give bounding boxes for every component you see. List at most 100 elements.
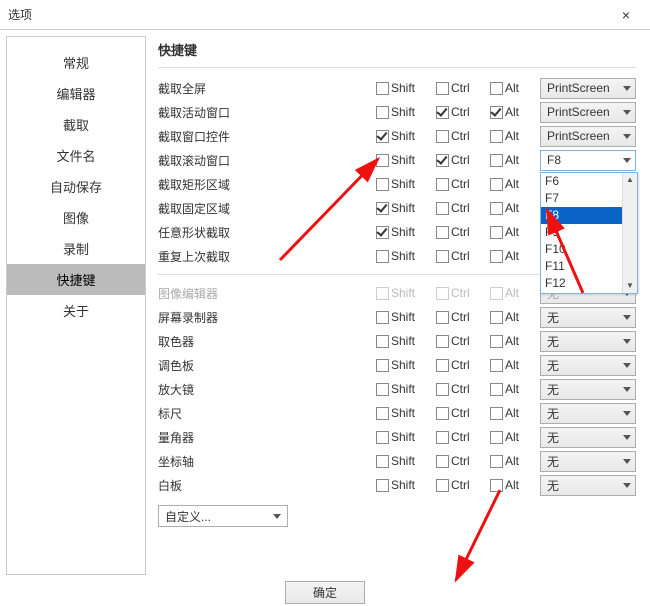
sidebar-item[interactable]: 常规 [7, 47, 145, 78]
ctrl-checkbox[interactable]: Ctrl [436, 334, 486, 348]
shift-checkbox[interactable]: Shift [376, 105, 432, 119]
ctrl-checkbox[interactable]: Ctrl [436, 201, 486, 215]
ctrl-checkbox[interactable]: Ctrl [436, 225, 486, 239]
key-select[interactable]: 无 [540, 355, 636, 376]
alt-checkbox[interactable]: Alt [490, 334, 536, 348]
hotkey-row: 截取活动窗口ShiftCtrlAltPrintScreen [158, 100, 636, 124]
dropdown-scrollbar[interactable]: ▲▼ [622, 173, 637, 293]
alt-checkbox[interactable]: Alt [490, 105, 536, 119]
checkbox-label: Shift [391, 129, 415, 143]
alt-checkbox[interactable]: Alt [490, 358, 536, 372]
ctrl-checkbox[interactable]: Ctrl [436, 406, 486, 420]
ctrl-checkbox[interactable]: Ctrl [436, 430, 486, 444]
sidebar-item-label: 录制 [63, 242, 89, 257]
ctrl-checkbox[interactable]: Ctrl [436, 478, 486, 492]
custom-select[interactable]: 自定义... [158, 505, 288, 527]
key-select[interactable]: 无 [540, 331, 636, 352]
checkbox-label: Ctrl [451, 310, 470, 324]
dropdown-option[interactable]: F10 [541, 241, 622, 258]
shift-checkbox[interactable]: Shift [376, 454, 432, 468]
alt-checkbox[interactable]: Alt [490, 201, 536, 215]
custom-select-label: 自定义... [165, 508, 211, 525]
alt-checkbox[interactable]: Alt [490, 454, 536, 468]
ctrl-checkbox[interactable]: Ctrl [436, 81, 486, 95]
key-select[interactable]: 无 [540, 427, 636, 448]
scroll-up-icon[interactable]: ▲ [623, 173, 637, 187]
ctrl-checkbox[interactable]: Ctrl [436, 382, 486, 396]
key-select[interactable]: 无 [540, 475, 636, 496]
close-button[interactable]: × [606, 1, 646, 29]
key-select[interactable]: PrintScreen [540, 78, 636, 99]
key-select[interactable]: 无 [540, 451, 636, 472]
shift-checkbox[interactable]: Shift [376, 382, 432, 396]
sidebar-item[interactable]: 自动保存 [7, 171, 145, 202]
shift-checkbox[interactable]: Shift [376, 430, 432, 444]
alt-checkbox[interactable]: Alt [490, 177, 536, 191]
alt-checkbox[interactable]: Alt [490, 478, 536, 492]
shift-checkbox[interactable]: Shift [376, 406, 432, 420]
dropdown-option[interactable]: F6 [541, 173, 622, 190]
dropdown-option[interactable]: F8 [541, 207, 622, 224]
sidebar-item[interactable]: 编辑器 [7, 78, 145, 109]
checkbox-label: Shift [391, 358, 415, 372]
ctrl-checkbox[interactable]: Ctrl [436, 177, 486, 191]
ctrl-checkbox[interactable]: Ctrl [436, 129, 486, 143]
alt-checkbox[interactable]: Alt [490, 406, 536, 420]
dropdown-option[interactable]: F11 [541, 258, 622, 275]
shift-checkbox[interactable]: Shift [376, 201, 432, 215]
sidebar-item[interactable]: 文件名 [7, 140, 145, 171]
chevron-down-icon [623, 387, 631, 392]
dropdown-option[interactable]: F7 [541, 190, 622, 207]
sidebar-item[interactable]: 快捷键 [7, 264, 145, 295]
shift-checkbox[interactable]: Shift [376, 225, 432, 239]
hotkey-label: 取色器 [158, 333, 273, 350]
ctrl-checkbox[interactable]: Ctrl [436, 454, 486, 468]
ctrl-checkbox[interactable]: Ctrl [436, 105, 486, 119]
key-select[interactable]: PrintScreen [540, 102, 636, 123]
checkbox-label: Shift [391, 81, 415, 95]
shift-checkbox[interactable]: Shift [376, 478, 432, 492]
shift-checkbox[interactable]: Shift [376, 334, 432, 348]
sidebar-item[interactable]: 关于 [7, 295, 145, 326]
shift-checkbox[interactable]: Shift [376, 310, 432, 324]
hotkey-label: 重复上次截取 [158, 248, 273, 265]
alt-checkbox[interactable]: Alt [490, 430, 536, 444]
checkbox-box [376, 311, 389, 324]
dropdown-option[interactable]: F12 [541, 275, 622, 292]
shift-checkbox[interactable]: Shift [376, 249, 432, 263]
alt-checkbox[interactable]: Alt [490, 249, 536, 263]
sidebar-item[interactable]: 图像 [7, 202, 145, 233]
alt-checkbox[interactable]: Alt [490, 129, 536, 143]
alt-checkbox[interactable]: Alt [490, 310, 536, 324]
scroll-down-icon[interactable]: ▼ [623, 279, 637, 293]
checkbox-box [436, 311, 449, 324]
checkbox-box [436, 359, 449, 372]
ctrl-checkbox[interactable]: Ctrl [436, 249, 486, 263]
key-select[interactable]: PrintScreen [540, 126, 636, 147]
ok-button[interactable]: 确定 [285, 581, 365, 604]
checkbox-box [436, 226, 449, 239]
dropdown-option[interactable]: PrintScreen [541, 292, 622, 293]
ctrl-checkbox[interactable]: Ctrl [436, 358, 486, 372]
alt-checkbox[interactable]: Alt [490, 225, 536, 239]
alt-checkbox[interactable]: Alt [490, 382, 536, 396]
sidebar-item[interactable]: 截取 [7, 109, 145, 140]
shift-checkbox[interactable]: Shift [376, 153, 432, 167]
alt-checkbox[interactable]: Alt [490, 81, 536, 95]
ctrl-checkbox[interactable]: Ctrl [436, 310, 486, 324]
key-select[interactable]: 无 [540, 403, 636, 424]
alt-checkbox[interactable]: Alt [490, 153, 536, 167]
sidebar-item[interactable]: 录制 [7, 233, 145, 264]
key-select[interactable]: 无 [540, 379, 636, 400]
main-panel: 快捷键 截取全屏ShiftCtrlAltPrintScreen截取活动窗口Shi… [150, 36, 644, 575]
dropdown-option[interactable]: F9 [541, 224, 622, 241]
ctrl-checkbox[interactable]: Ctrl [436, 153, 486, 167]
key-select[interactable]: 无 [540, 307, 636, 328]
shift-checkbox[interactable]: Shift [376, 81, 432, 95]
hotkey-row: 截取窗口控件ShiftCtrlAltPrintScreen [158, 124, 636, 148]
key-select[interactable]: F8F6F7F8F9F10F11F12PrintScreen▲▼ [540, 150, 636, 171]
shift-checkbox[interactable]: Shift [376, 129, 432, 143]
shift-checkbox[interactable]: Shift [376, 358, 432, 372]
chevron-down-icon [623, 435, 631, 440]
shift-checkbox[interactable]: Shift [376, 177, 432, 191]
